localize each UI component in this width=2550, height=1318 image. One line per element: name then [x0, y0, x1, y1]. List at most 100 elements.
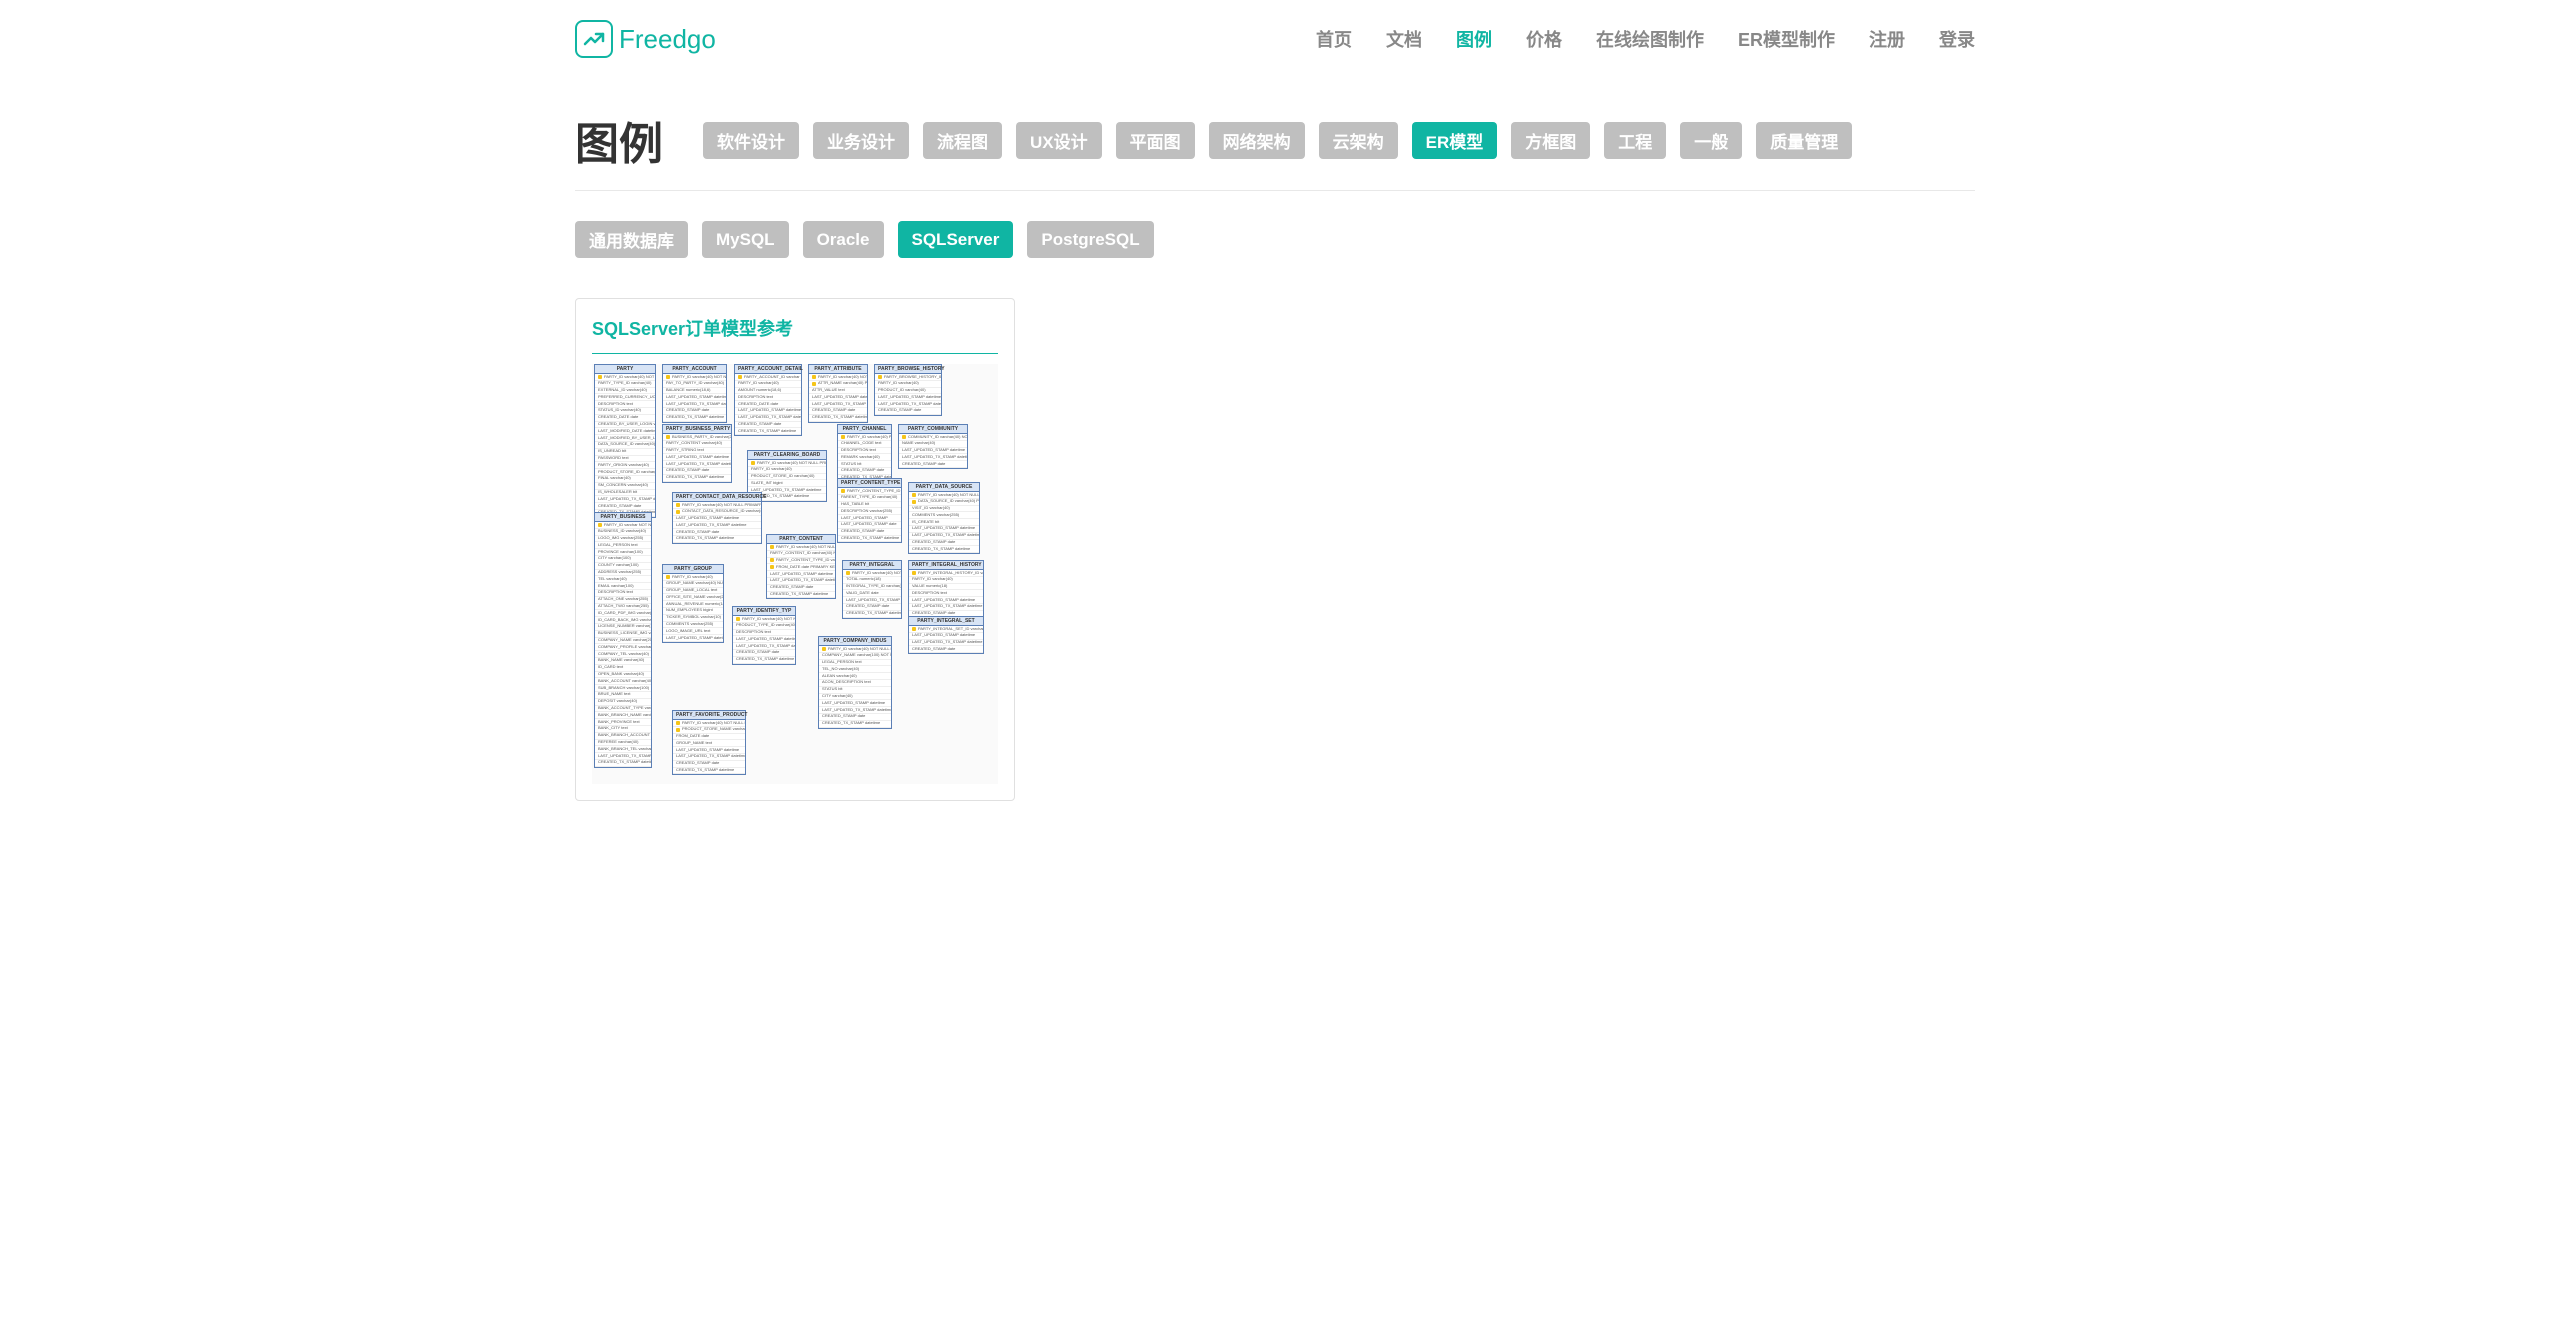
nav-item-7[interactable]: 登录: [1939, 26, 1975, 52]
category-tag-1[interactable]: 业务设计: [813, 122, 909, 159]
subcategory-tag-1[interactable]: MySQL: [702, 221, 789, 258]
template-card-0[interactable]: SQLServer订单模型参考 PARTYPARTY_ID varchar(40)…: [575, 298, 1015, 801]
subcategory-tag-3[interactable]: SQLServer: [898, 221, 1014, 258]
er-table-row: LAST_UPDATED_STAMP date: [838, 522, 901, 529]
page-title: 图例: [575, 108, 663, 172]
category-tag-10[interactable]: 一般: [1680, 122, 1742, 159]
category-tag-9[interactable]: 工程: [1604, 122, 1666, 159]
er-table-row: COMMENTS varchar(255): [909, 512, 979, 519]
er-table-row: LAST_UPDATED_TX_STAMP datetime: [595, 496, 655, 503]
er-table-0: PARTYPARTY_ID varchar(40) NOT NULL PRIMA…: [594, 364, 656, 518]
er-table-header: PARTY_CHANNEL: [838, 425, 891, 434]
er-table-row: LAST_UPDATED_TX_STAMP datetime: [809, 401, 867, 408]
er-table-10: PARTY_DATA_SOURCEPARTY_ID varchar(40) NO…: [908, 482, 980, 554]
key-icon: [841, 489, 845, 493]
er-table-row: PARTY_STRING text: [663, 448, 731, 455]
category-tag-7[interactable]: ER模型: [1412, 122, 1498, 159]
er-table-header: PARTY_IDENTIFY_TYP: [733, 607, 795, 616]
key-icon: [912, 493, 916, 497]
er-table-row: TEL varchar(40): [595, 576, 651, 583]
er-table-row: PARTY_ID varchar NOT NULL PRIMARY: [595, 522, 651, 529]
nav-item-5[interactable]: ER模型制作: [1738, 26, 1835, 52]
er-table-row: COUNTY varchar(100): [595, 563, 651, 570]
er-table-row: LAST_UPDATED_TX_STAMP datetime: [673, 522, 761, 529]
card-title: SQLServer订单模型参考: [592, 315, 998, 354]
subcategory-tag-2[interactable]: Oracle: [803, 221, 884, 258]
er-table-row: CREATED_STAMP date: [595, 503, 655, 510]
nav-item-6[interactable]: 注册: [1869, 26, 1905, 52]
er-table-row: CREATED_TX_STAMP datetime: [819, 721, 891, 728]
subcategory-tag-4[interactable]: PostgreSQL: [1027, 221, 1153, 258]
er-table-row: BANK_BRANCH_NAME varchar(40): [595, 712, 651, 719]
er-table-row: ATTR_NAME varchar(40) PRIMARY KEY: [809, 381, 867, 388]
category-tag-6[interactable]: 云架构: [1319, 122, 1398, 159]
er-table-row: LAST_UPDATED_TX_STAMP datetime: [875, 401, 941, 408]
category-tag-4[interactable]: 平面图: [1116, 122, 1195, 159]
er-table-row: LAST_UPDATED_TX_STAMP datetime: [673, 754, 745, 761]
er-table-row: BANK_CITY text: [595, 726, 651, 733]
er-table-row: DATA_SOURCE_ID varchar(40): [595, 442, 655, 449]
card-preview: PARTYPARTY_ID varchar(40) NOT NULL PRIMA…: [592, 364, 998, 784]
er-table-20: PARTY_FAVORITE_PRODUCTPARTY_ID varchar(4…: [672, 710, 746, 775]
er-table-14: PARTY_GROUPPARTY_ID varchar(40)GROUP_NAM…: [662, 564, 724, 643]
subcategory-section: 通用数据库 MySQL Oracle SQLServer PostgreSQL: [575, 191, 1975, 278]
nav-item-1[interactable]: 文档: [1386, 26, 1422, 52]
er-table-row: CREATED_STAMP date: [673, 529, 761, 536]
nav-item-3[interactable]: 价格: [1526, 26, 1562, 52]
er-table-row: PARTY_ID varchar(40): [909, 577, 983, 584]
category-tag-8[interactable]: 方框图: [1511, 122, 1590, 159]
er-table-row: TICKER_SYMBOL varchar(10): [663, 615, 723, 622]
er-table-row: BANK_PROVINCE text: [595, 719, 651, 726]
er-table-row: CREATED_TX_STAMP datetime: [663, 415, 726, 422]
er-table-row: INTEGRAL_TYPE_ID varchar(40): [843, 584, 901, 591]
er-table-row: BUSINESS_LICENSE_IMG varchar: [595, 631, 651, 638]
er-table-row: BUSINESS_PARTY_ID varchar(20) NOT NULL P…: [663, 434, 731, 441]
er-table-header: PARTY_FAVORITE_PRODUCT: [673, 711, 745, 720]
er-table-row: ATTR_VALUE text: [809, 388, 867, 395]
er-table-9: PARTY_CONTENT_TYPEPARTY_CONTENT_TYPE_ID …: [837, 478, 902, 543]
subcategory-tag-0[interactable]: 通用数据库: [575, 221, 688, 258]
er-table-row: VALID_DATE date: [843, 590, 901, 597]
er-table-row: STATUS bit: [819, 687, 891, 694]
er-table-row: LAST_UPDATED_TX_STAMP datetime: [909, 604, 983, 611]
er-table-row: LAST_UPDATED_STAMP datetime: [909, 597, 983, 604]
category-tag-3[interactable]: UX设计: [1016, 122, 1102, 159]
er-table-row: PREFERRED_CURRENCY_UOM_ID varchar(40): [595, 394, 655, 401]
key-icon: [598, 375, 602, 379]
er-table-row: LAST_UPDATED_STAMP datetime: [735, 408, 801, 415]
er-table-row: IS_CREATE bit: [909, 519, 979, 526]
header: Freedgo 首页 文档 图例 价格 在线绘图制作 ER模型制作 注册 登录: [575, 0, 1975, 78]
er-table-row: PARTY_ID varchar(40): [735, 381, 801, 388]
er-table-row: SLATE_INT bigint: [748, 480, 826, 487]
er-table-row: PARTY_BROWSE_HISTORY_ID varchar(40) NULL…: [875, 374, 941, 381]
er-table-row: LAST_UPDATED_TX_STAMP datetime: [733, 643, 795, 650]
er-table-row: CREATED_TX_STAMP datetime: [673, 536, 761, 543]
er-table-row: PRODUCT_STORE_ID varchar(40): [595, 469, 655, 476]
er-table-row: BANK_ACCOUNT varchar(40): [595, 678, 651, 685]
category-tag-5[interactable]: 网络架构: [1209, 122, 1305, 159]
er-table-17: PARTY_IDENTIFY_TYPPARTY_ID varchar(40) N…: [732, 606, 796, 665]
er-table-4: PARTY_BROWSE_HISTORYPARTY_BROWSE_HISTORY…: [874, 364, 942, 416]
main-nav: 首页 文档 图例 价格 在线绘图制作 ER模型制作 注册 登录: [1316, 26, 1975, 52]
nav-item-0[interactable]: 首页: [1316, 26, 1352, 52]
er-table-5: PARTY_BUSINESS_PARTYBUSINESS_PARTY_ID va…: [662, 424, 732, 483]
er-table-row: LAST_UPDATED_TX_STAMP datetime: [819, 707, 891, 714]
key-icon: [902, 435, 906, 439]
key-icon: [676, 721, 680, 725]
category-tag-11[interactable]: 质量管理: [1756, 122, 1852, 159]
category-tag-2[interactable]: 流程图: [923, 122, 1002, 159]
er-table-row: CREATED_STAMP date: [663, 408, 726, 415]
nav-item-2[interactable]: 图例: [1456, 26, 1492, 52]
er-table-row: DESCRIPTION text: [735, 394, 801, 401]
er-table-row: CREATED_STAMP date: [663, 468, 731, 475]
er-table-row: LAST_UPDATED_TX_STAMP datetime: [663, 461, 731, 468]
category-tag-0[interactable]: 软件设计: [703, 122, 799, 159]
er-table-header: PARTY_INTEGRAL: [843, 561, 901, 570]
er-table-row: SM_CONCERN varchar(40): [595, 483, 655, 490]
nav-item-4[interactable]: 在线绘图制作: [1596, 26, 1704, 52]
er-table-row: CREATED_TX_STAMP datetime: [735, 428, 801, 435]
er-table-row: PARTY_ID varchar(40): [875, 381, 941, 388]
logo[interactable]: Freedgo: [575, 20, 716, 58]
er-table-row: GROUP_NAME varchar(40) NULL: [663, 581, 723, 588]
er-table-13: PARTY_CONTENTPARTY_ID varchar(40) NOT NU…: [766, 534, 836, 599]
